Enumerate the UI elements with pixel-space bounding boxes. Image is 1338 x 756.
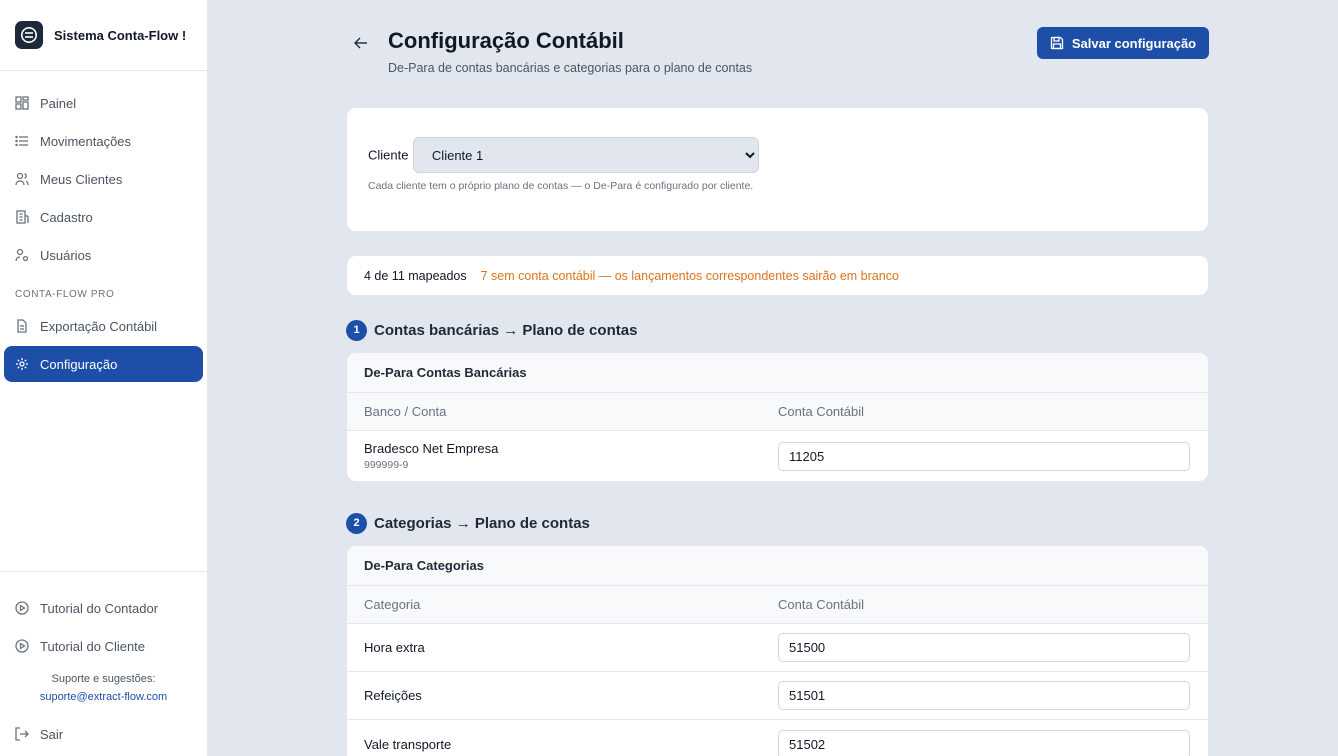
sidebar-item-label: Tutorial do Cliente — [40, 638, 146, 654]
support-info: Suporte e sugestões: suporte@extract-flo… — [0, 670, 207, 706]
users-icon — [14, 171, 30, 187]
account-cell — [778, 729, 1208, 756]
support-email-link[interactable]: suporte@extract-flow.com — [0, 688, 207, 706]
sidebar-item-label: Cadastro — [40, 209, 93, 225]
main-content: Configuração Contábil De-Para de contas … — [346, 0, 1209, 756]
bank-mapping-table: De-Para Contas Bancárias Banco / Conta C… — [346, 352, 1209, 482]
save-icon — [1050, 36, 1064, 50]
logout-label: Sair — [40, 726, 64, 742]
brand: Sistema Conta-Flow ! — [0, 0, 207, 71]
category-name: Refeições — [364, 688, 422, 703]
bank-section-header: 1 Contas bancárias → Plano de contas — [346, 318, 1209, 342]
account-cell — [778, 681, 1208, 710]
step-badge: 2 — [346, 512, 367, 534]
dashboard-icon — [14, 95, 30, 111]
app-name: Sistema Conta-Flow ! — [54, 27, 187, 43]
sidebar-item-usuarios[interactable]: Usuários — [4, 237, 203, 273]
bank-cell: Bradesco Net Empresa 999999-9 — [347, 441, 778, 471]
account-cell — [778, 441, 1208, 471]
column-header-account: Conta Contábil — [778, 404, 864, 419]
sidebar-item-label: Painel — [40, 95, 77, 111]
back-arrow-icon[interactable] — [354, 36, 370, 52]
table-row: Hora extra — [347, 624, 1208, 672]
page-header: Configuração Contábil De-Para de contas … — [346, 0, 1209, 107]
sidebar-item-label: Movimentações — [40, 133, 132, 149]
logout-icon — [14, 726, 30, 742]
step-badge: 1 — [346, 319, 367, 341]
category-name: Hora extra — [364, 640, 425, 655]
sidebar-item-label: Usuários — [40, 247, 92, 263]
category-name: Vale transporte — [364, 736, 452, 752]
sidebar-item-painel[interactable]: Painel — [4, 85, 203, 121]
client-label: Cliente — [368, 147, 409, 163]
table-row: Refeições — [347, 672, 1208, 720]
sidebar-item-movimentacoes[interactable]: Movimentações — [4, 123, 203, 159]
account-cell — [778, 633, 1208, 662]
play-circle-icon — [14, 638, 30, 654]
sidebar-item-label: Configuração — [40, 356, 118, 372]
table-row: Vale transporte — [347, 720, 1208, 756]
table-title: De-Para Categorias — [347, 546, 1208, 586]
sidebar: Sistema Conta-Flow ! Painel Movimentaçõe… — [0, 0, 208, 756]
table-title: De-Para Contas Bancárias — [347, 353, 1208, 393]
sidebar-item-exportacao-contabil[interactable]: Exportação Contábil — [4, 308, 203, 344]
app-logo-icon — [15, 21, 43, 49]
sidebar-item-tutorial-contador[interactable]: Tutorial do Contador — [4, 590, 203, 626]
client-help-text: Cada cliente tem o próprio plano de cont… — [368, 180, 754, 192]
sidebar-item-meus-clientes[interactable]: Meus Clientes — [4, 161, 203, 197]
account-input[interactable] — [778, 681, 1190, 710]
unmapped-warning: 7 sem conta contábil — os lançamentos co… — [480, 268, 899, 283]
page-subtitle: De-Para de contas bancárias e categorias… — [388, 61, 753, 75]
account-input[interactable] — [778, 441, 1190, 471]
table-header: Banco / Conta Conta Contábil — [347, 393, 1208, 431]
account-input[interactable] — [778, 633, 1190, 662]
list-icon — [14, 133, 30, 149]
bank-account-number: 999999-9 — [364, 459, 409, 471]
sidebar-item-cadastro[interactable]: Cadastro — [4, 199, 203, 235]
building-icon — [14, 209, 30, 225]
sidebar-item-label: Tutorial do Contador — [40, 600, 159, 616]
gear-icon — [14, 356, 30, 372]
sidebar-item-label: Meus Clientes — [40, 171, 123, 187]
support-label: Suporte e sugestões: — [51, 673, 156, 685]
column-header-bank: Banco / Conta — [364, 404, 447, 419]
client-select[interactable]: Cliente 1 — [412, 137, 759, 173]
table-row: Bradesco Net Empresa 999999-9 — [347, 431, 1208, 481]
logout-button[interactable]: Sair — [4, 716, 203, 752]
mapped-count: 4 de 11 mapeados — [364, 268, 467, 283]
category-section-header: 2 Categorias → Plano de contas — [346, 511, 1209, 535]
table-header: Categoria Conta Contábil — [347, 586, 1208, 624]
sidebar-item-label: Exportação Contábil — [40, 318, 158, 334]
file-icon — [14, 318, 30, 334]
user-key-icon — [14, 247, 30, 263]
account-input[interactable] — [778, 729, 1190, 756]
sidebar-item-tutorial-cliente[interactable]: Tutorial do Cliente — [4, 628, 203, 664]
play-circle-icon — [14, 600, 30, 616]
main-nav: Painel Movimentações Meus Clientes Cadas… — [0, 71, 207, 382]
bank-section-title: Contas bancárias → Plano de contas — [374, 321, 638, 339]
column-header-account: Conta Contábil — [778, 597, 864, 612]
save-button-label: Salvar configuração — [1071, 35, 1197, 51]
page-title: Configuração Contábil — [388, 28, 624, 53]
column-header-category: Categoria — [364, 597, 421, 612]
save-configuration-button[interactable]: Salvar configuração — [1037, 27, 1209, 59]
mapping-status-bar: 4 de 11 mapeados 7 sem conta contábil — … — [346, 255, 1209, 296]
sidebar-item-configuracao[interactable]: Configuração — [4, 346, 203, 382]
category-section-title: Categorias → Plano de contas — [374, 514, 590, 532]
client-selector-card: Cliente Cliente 1 Cada cliente tem o pró… — [346, 107, 1209, 232]
category-mapping-table: De-Para Categorias Categoria Conta Contá… — [346, 545, 1209, 756]
sidebar-section-label: CONTA-FLOW PRO — [15, 289, 115, 300]
sidebar-footer: Tutorial do Contador Tutorial do Cliente… — [0, 571, 207, 756]
bank-name: Bradesco Net Empresa — [364, 441, 499, 456]
